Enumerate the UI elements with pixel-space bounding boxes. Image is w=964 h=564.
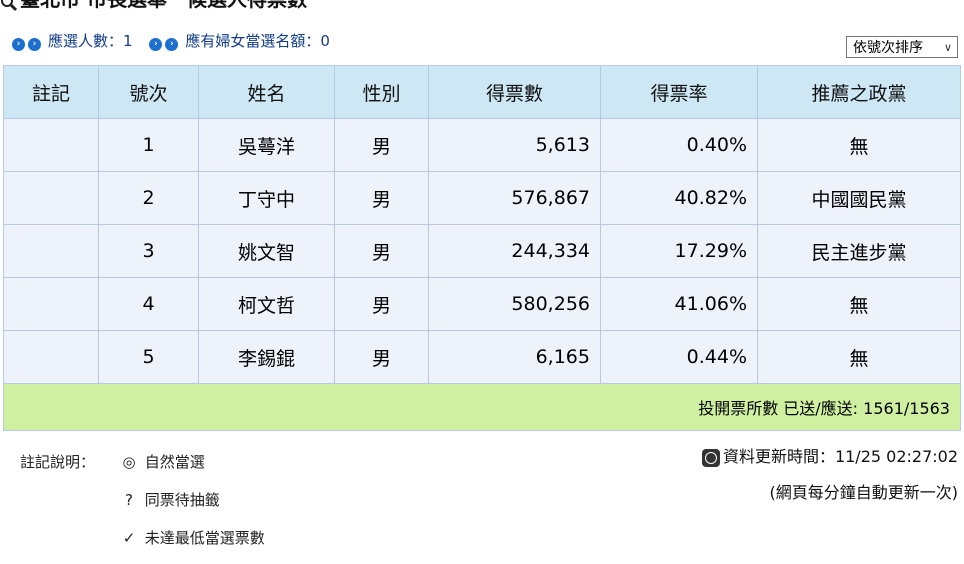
cell-number: 1 [98, 118, 199, 172]
note-symbol: ◎ [122, 453, 136, 471]
cell-gender: 男 [334, 330, 429, 384]
candidate-table: 註記 號次 姓名 性別 得票數 得票率 推薦之政黨 1 吳蕚洋 男 5,613 … [3, 65, 961, 431]
sort-select-label: 依號次排序 [853, 40, 923, 56]
column-header: 姓名 [198, 65, 335, 119]
note-symbol: ? [125, 491, 133, 509]
clock-icon [701, 448, 720, 467]
cell-party: 民主進步黨 [757, 224, 961, 278]
cell-gender: 男 [334, 224, 429, 278]
women-quota: 應有婦女當選名額：0 [185, 32, 330, 50]
chevron-down-icon: ∨ [943, 41, 952, 54]
cell-rate: 40.82% [600, 171, 758, 225]
cell-party: 無 [757, 330, 961, 384]
note-text: 自然當選 [144, 453, 205, 471]
cell-rate: 41.06% [600, 277, 758, 331]
magnifier-icon [0, 0, 18, 11]
note-text: 未達最低當選票數 [144, 529, 265, 547]
polling-stations-reported: 投開票所數 已送/應送: 1561/1563 [3, 383, 961, 431]
column-header: 註記 [3, 65, 99, 119]
column-header: 得票數 [428, 65, 601, 119]
column-header: 性別 [334, 65, 429, 119]
cell-gender: 男 [334, 277, 429, 331]
cell-name: 姚文智 [198, 224, 335, 278]
cell-gender: 男 [334, 171, 429, 225]
table-row: 4 柯文哲 男 580,256 41.06% 無 [3, 277, 961, 331]
table-row: 1 吳蕚洋 男 5,613 0.40% 無 [3, 118, 961, 172]
table-row: 3 姚文智 男 244,334 17.29% 民主進步黨 [3, 224, 961, 278]
cell-number: 4 [98, 277, 199, 331]
cell-name: 丁守中 [198, 171, 335, 225]
column-header: 推薦之政黨 [757, 65, 961, 119]
table-row: 5 李錫錕 男 6,165 0.44% 無 [3, 330, 961, 384]
cell-number: 3 [98, 224, 199, 278]
table-footer-row: 投開票所數 已送/應送: 1561/1563 [3, 383, 961, 431]
cell-votes: 580,256 [428, 277, 601, 331]
cell-note [3, 277, 99, 331]
election-info: › › 應選人數：1 › › 應有婦女當選名額：0 [12, 30, 342, 51]
bullet-icon: › › [12, 32, 44, 51]
notes-legend: 註記說明： ◎ 自然當選 ? 同票待抽籤 ✓ 未達最低當選票數 [20, 450, 265, 564]
cell-votes: 5,613 [428, 118, 601, 172]
notes-label: 註記說明： [20, 453, 96, 471]
table-row: 2 丁守中 男 576,867 40.82% 中國國民黨 [3, 171, 961, 225]
cell-rate: 17.29% [600, 224, 758, 278]
column-header: 得票率 [600, 65, 758, 119]
cell-note [3, 224, 99, 278]
cell-gender: 男 [334, 118, 429, 172]
cell-note [3, 118, 99, 172]
cell-number: 2 [98, 171, 199, 225]
column-header: 號次 [98, 65, 199, 119]
cell-name: 柯文哲 [198, 277, 335, 331]
cell-party: 無 [757, 118, 961, 172]
page-title: 臺北市 市長選舉 候選人得票數 [0, 0, 307, 12]
note-text: 同票待抽籤 [144, 491, 220, 509]
cell-party: 中國國民黨 [757, 171, 961, 225]
page-title-text: 臺北市 市長選舉 候選人得票數 [20, 0, 307, 11]
sort-select[interactable]: 依號次排序 ∨ [846, 36, 958, 58]
list-item: ? 同票待抽籤 [20, 488, 265, 526]
list-item: ✓ 未達最低當選票數 [20, 526, 265, 564]
note-symbol: ✓ [122, 529, 136, 547]
cell-rate: 0.44% [600, 330, 758, 384]
cell-votes: 244,334 [428, 224, 601, 278]
auto-refresh-note: (網頁每分鐘自動更新一次) [769, 483, 959, 502]
bullet-icon: › › [149, 32, 181, 51]
cell-votes: 6,165 [428, 330, 601, 384]
cell-note [3, 330, 99, 384]
elected-count: 應選人數：1 [48, 32, 133, 50]
list-item: 註記說明： ◎ 自然當選 [20, 450, 265, 488]
cell-note [3, 171, 99, 225]
cell-party: 無 [757, 277, 961, 331]
update-info: 資料更新時間：11/25 02:27:02 (網頁每分鐘自動更新一次) [701, 443, 959, 503]
cell-votes: 576,867 [428, 171, 601, 225]
cell-name: 李錫錕 [198, 330, 335, 384]
cell-number: 5 [98, 330, 199, 384]
update-time: 資料更新時間：11/25 02:27:02 [722, 447, 958, 466]
table-header-row: 註記 號次 姓名 性別 得票數 得票率 推薦之政黨 [3, 65, 961, 119]
cell-rate: 0.40% [600, 118, 758, 172]
cell-name: 吳蕚洋 [198, 118, 335, 172]
